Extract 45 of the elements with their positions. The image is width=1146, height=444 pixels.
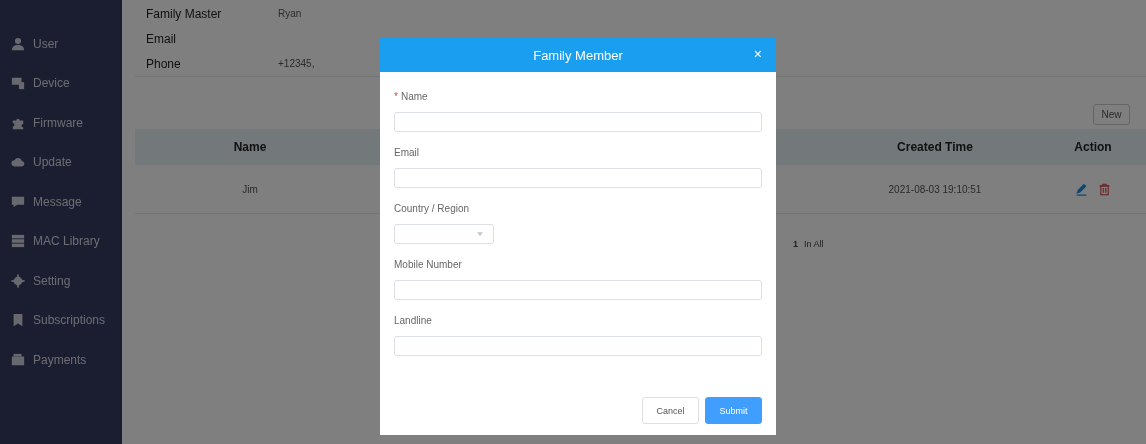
field-label: Country / Region <box>394 203 471 216</box>
monitor-icon <box>11 76 25 91</box>
cancel-button[interactable]: Cancel <box>642 397 699 424</box>
submit-button[interactable]: Submit <box>705 397 762 424</box>
sidebar-item[interactable]: Update <box>0 142 122 182</box>
info-value: Ryan <box>278 8 302 19</box>
sidebar-item[interactable]: Device <box>0 63 122 103</box>
chat-icon <box>11 194 25 209</box>
column-header: Created Time <box>897 140 973 154</box>
input-field[interactable] <box>394 336 762 356</box>
info-value: +12345, <box>278 58 315 69</box>
field-label: Landline <box>394 315 433 328</box>
field-label: Mobile Number <box>394 259 463 272</box>
wallet-icon <box>11 352 25 367</box>
sidebar-item[interactable]: Payments <box>0 340 122 380</box>
close-button[interactable]: × <box>753 47 762 61</box>
edit-icon[interactable] <box>1075 182 1088 196</box>
server-icon <box>11 234 25 249</box>
sidebar-item[interactable]: Message <box>0 182 122 222</box>
info-label: Family Master <box>146 6 223 21</box>
select-field[interactable] <box>394 224 494 244</box>
sidebar-item[interactable]: Subscriptions <box>0 300 122 340</box>
input-field[interactable] <box>394 168 762 188</box>
delete-icon[interactable] <box>1098 182 1111 196</box>
table-cell: Jim <box>242 183 258 195</box>
column-header: Action <box>1074 140 1112 154</box>
input-field[interactable] <box>394 112 762 132</box>
sidebar-item[interactable]: MAC Library <box>0 221 122 261</box>
field-label: Email <box>394 147 420 160</box>
info-label: Email <box>146 31 177 46</box>
total-label: In All <box>804 239 824 249</box>
sidebar-item[interactable]: Setting <box>0 261 122 301</box>
table-cell: 2021-08-03 19:10:51 <box>888 183 982 195</box>
total-count: 1 <box>793 239 798 249</box>
caret-icon <box>477 232 483 236</box>
user-icon <box>11 36 25 51</box>
new-button[interactable]: New <box>1093 104 1130 125</box>
dialog-title: Family Member <box>533 47 623 63</box>
field-label: * Name <box>394 91 429 104</box>
bookmark-icon <box>11 313 25 328</box>
input-field[interactable] <box>394 280 762 300</box>
sidebar-item[interactable]: User <box>0 24 122 64</box>
sidebar-item[interactable]: Firmware <box>0 103 122 143</box>
column-header: Name <box>233 140 267 154</box>
info-label: Phone <box>146 56 182 71</box>
